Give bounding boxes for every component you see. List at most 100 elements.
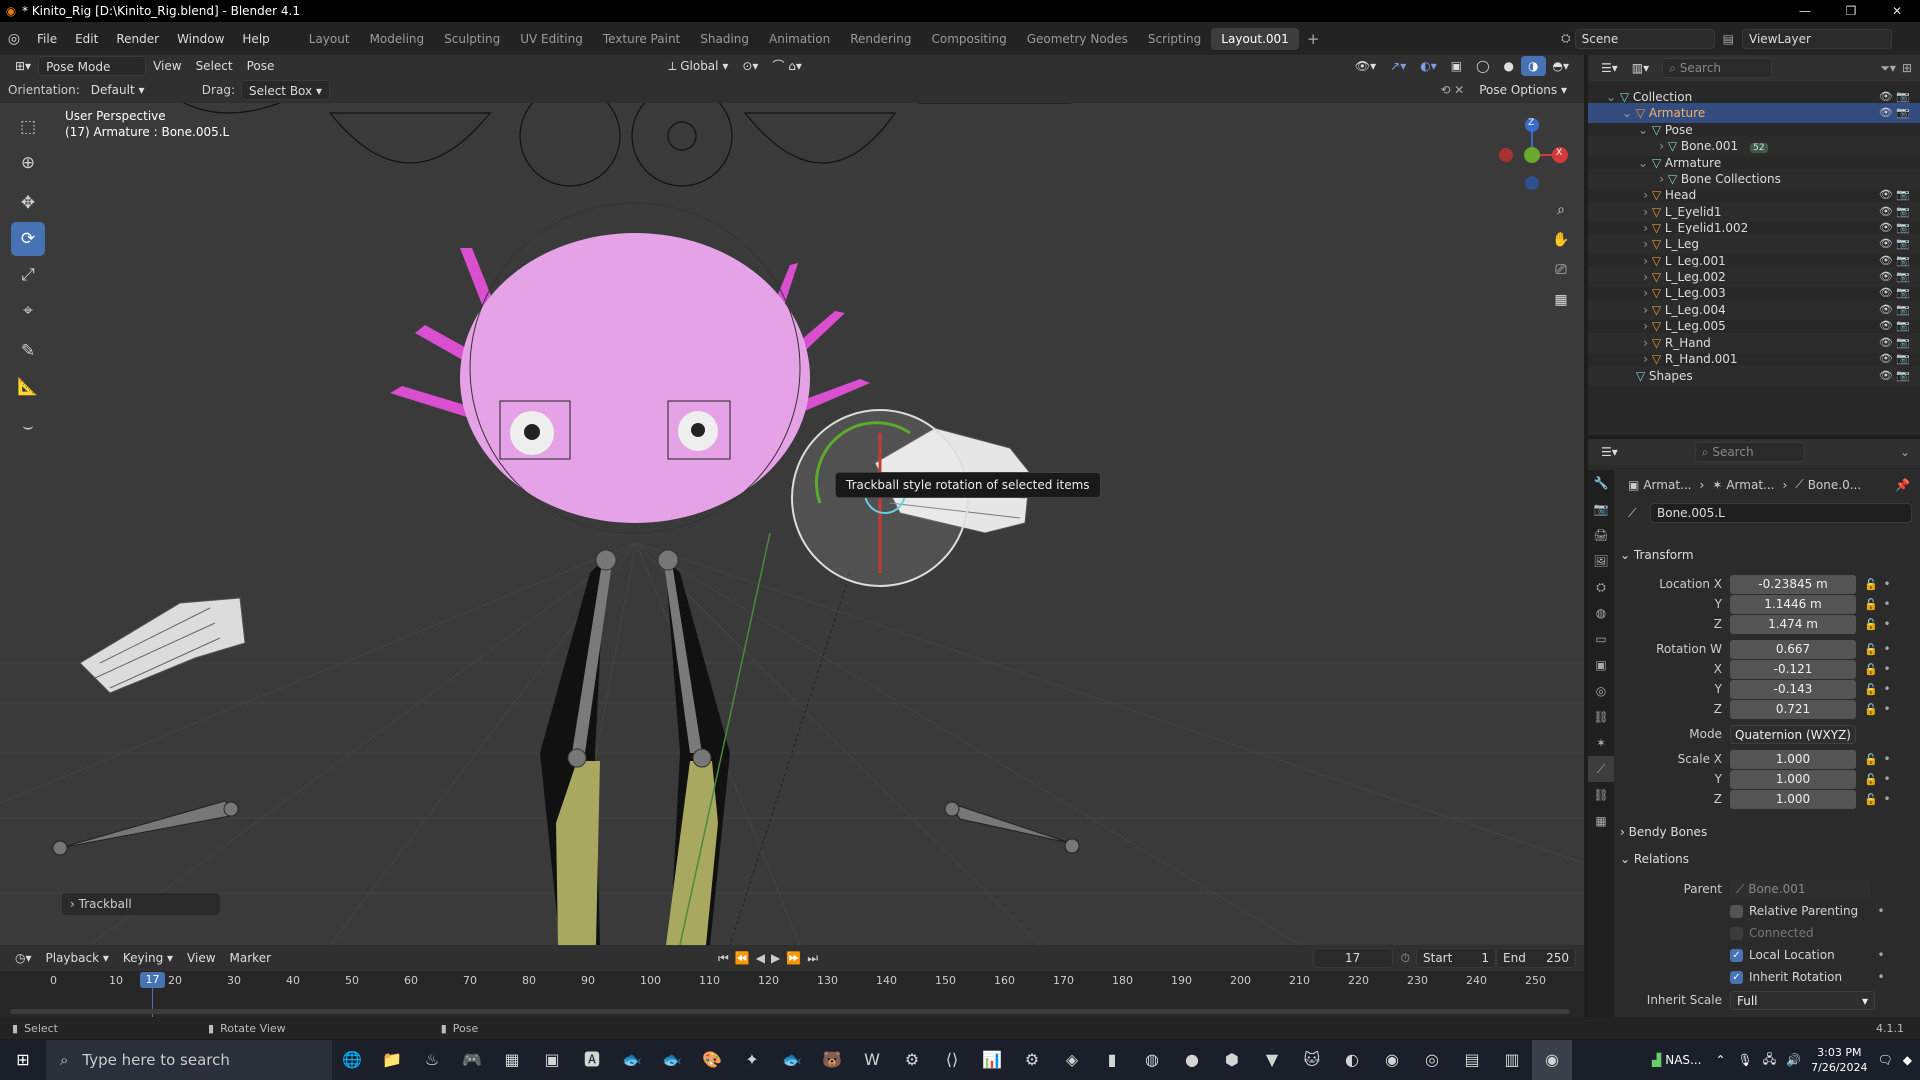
- orientation-selector[interactable]: Default ▾: [84, 80, 188, 100]
- new-collection-icon[interactable]: ⊞: [1902, 61, 1912, 75]
- tray-chevron-icon[interactable]: ⌃: [1715, 1053, 1725, 1067]
- tab-uv-editing[interactable]: UV Editing: [510, 28, 593, 50]
- app-icon[interactable]: 📊: [972, 1040, 1012, 1080]
- lock-icon[interactable]: 🔓: [1862, 663, 1880, 676]
- view-layer-selector[interactable]: ViewLayer: [1742, 28, 1892, 49]
- keyframe-dot-icon[interactable]: •: [1880, 577, 1894, 591]
- menu-window[interactable]: Window: [168, 32, 233, 46]
- scale-tool[interactable]: ⤢: [11, 258, 45, 292]
- location-z-field[interactable]: 1.474 m: [1730, 614, 1856, 634]
- keyframe-dot-icon[interactable]: •: [1880, 682, 1894, 696]
- app-icon[interactable]: ✦: [732, 1040, 772, 1080]
- pose-options-button[interactable]: Pose Options ▾: [1472, 80, 1574, 100]
- davinci-icon[interactable]: ◈: [1052, 1040, 1092, 1080]
- app-icon[interactable]: ▥: [1492, 1040, 1532, 1080]
- lock-icon[interactable]: 🔓: [1862, 703, 1880, 716]
- firefox-icon[interactable]: ◉: [1372, 1040, 1412, 1080]
- tab-compositing[interactable]: Compositing: [921, 28, 1016, 50]
- grid-perspective-icon[interactable]: ▦: [1548, 285, 1574, 315]
- solid-shading-icon[interactable]: ●: [1497, 56, 1521, 76]
- 3d-viewport[interactable]: User Perspective (17) Armature : Bone.00…: [0, 103, 1584, 945]
- keyframe-dot-icon[interactable]: •: [1880, 772, 1894, 786]
- cursor-tool[interactable]: ⊕: [11, 146, 45, 180]
- play-reverse-icon[interactable]: ◀: [756, 951, 771, 965]
- world-tab-icon[interactable]: ◍: [1588, 600, 1614, 626]
- bendy-bones-panel-header[interactable]: › Bendy Bones: [1620, 820, 1916, 844]
- location-y-field[interactable]: 1.1446 m: [1730, 594, 1856, 614]
- menu-edit[interactable]: Edit: [66, 32, 107, 46]
- chevron-down-icon[interactable]: ⌄: [1900, 445, 1910, 459]
- local-location-checkbox[interactable]: ✓ Local Location: [1730, 948, 1870, 962]
- tab-sculpting[interactable]: Sculpting: [434, 28, 510, 50]
- output-tab-icon[interactable]: 🖨: [1588, 522, 1614, 548]
- menu-render[interactable]: Render: [107, 32, 168, 46]
- relations-panel-header[interactable]: ⌄ Relations: [1620, 847, 1916, 871]
- inherit-rotation-checkbox[interactable]: ✓ Inherit Rotation: [1730, 970, 1870, 984]
- menu-playback[interactable]: Playback ▾: [39, 948, 116, 968]
- relative-parenting-checkbox[interactable]: Relative Parenting: [1730, 904, 1870, 918]
- visibility-toggle-icon[interactable]: 👁 📷: [1879, 366, 1910, 386]
- app-icon[interactable]: 🐟: [772, 1040, 812, 1080]
- rotation-w-field[interactable]: 0.667: [1730, 639, 1856, 659]
- app-icon[interactable]: ▣: [532, 1040, 572, 1080]
- app-icon[interactable]: 🐱: [1292, 1040, 1332, 1080]
- annotate-tool[interactable]: ✎: [11, 334, 45, 368]
- keyframe-dot-icon[interactable]: •: [1880, 662, 1894, 676]
- scene-selector[interactable]: Scene: [1574, 28, 1715, 49]
- close-icon[interactable]: ✕: [1874, 0, 1920, 22]
- blender-menu-icon[interactable]: ◎: [0, 31, 28, 47]
- gizmo-icon[interactable]: ↗▾: [1383, 56, 1413, 76]
- scale-x-field[interactable]: 1.000: [1730, 749, 1856, 769]
- render-tab-icon[interactable]: 📷: [1588, 496, 1614, 522]
- next-key-icon[interactable]: ⏩: [786, 951, 807, 965]
- inherit-scale-select[interactable]: Full ▾: [1730, 990, 1875, 1010]
- app-icon[interactable]: 🐟: [612, 1040, 652, 1080]
- keyframe-dot-icon[interactable]: •: [1880, 597, 1894, 611]
- app-icon[interactable]: 🐻: [812, 1040, 852, 1080]
- timeline-editor-icon[interactable]: ◷▾: [8, 948, 39, 968]
- object-tab-icon[interactable]: ▣: [1588, 652, 1614, 678]
- discord-icon[interactable]: 🎮: [452, 1040, 492, 1080]
- app-icon[interactable]: ▮: [1092, 1040, 1132, 1080]
- outliner-row[interactable]: ▽ Shapes 👁 📷: [1588, 366, 1920, 386]
- jump-start-icon[interactable]: ⏮: [718, 951, 735, 965]
- overlay-icon[interactable]: ◐▾: [1413, 56, 1444, 76]
- rotation-mode-select[interactable]: Quaternion (WXYZ) ▾: [1730, 724, 1856, 761]
- rotate-tool[interactable]: ⟳: [11, 222, 45, 256]
- constraints-tab-icon[interactable]: ⛓: [1588, 704, 1614, 730]
- keyframe-dot-icon[interactable]: •: [1880, 617, 1894, 631]
- collection-tab-icon[interactable]: ▭: [1588, 626, 1614, 652]
- snap-icon[interactable]: ⌒ ⌂▾: [765, 56, 808, 76]
- animate-icon[interactable]: 🅰: [572, 1040, 612, 1080]
- connected-checkbox[interactable]: Connected: [1730, 926, 1870, 940]
- volume-icon[interactable]: 🔊: [1786, 1053, 1801, 1067]
- pivot-point-icon[interactable]: ⊙▾: [735, 56, 765, 76]
- tab-layout-001[interactable]: Layout.001: [1211, 27, 1299, 50]
- relax-pose-tool[interactable]: ⌣: [11, 410, 45, 444]
- end-frame-field[interactable]: End 250: [1496, 948, 1576, 968]
- physics-tab-icon[interactable]: ◎: [1588, 678, 1614, 704]
- notepad-icon[interactable]: ▤: [1452, 1040, 1492, 1080]
- timeline-body[interactable]: 0 10 20 30 40 50 60 70 80 90 100 110 120 130 140 150 160…: [0, 971, 1584, 1017]
- menu-pose[interactable]: Pose: [240, 56, 282, 76]
- location-x-field[interactable]: -0.23845 m: [1730, 574, 1856, 594]
- keyframe-dot-icon[interactable]: •: [1880, 752, 1894, 766]
- rotation-y-field[interactable]: -0.143: [1730, 679, 1856, 699]
- menu-keying[interactable]: Keying ▾: [116, 948, 180, 968]
- transform-tool[interactable]: ⌖: [11, 294, 45, 328]
- rotate-tool-icon[interactable]: ⟲ ✕: [1440, 83, 1464, 97]
- prev-key-icon[interactable]: ⏪: [735, 951, 756, 965]
- menu-select[interactable]: Select: [189, 56, 240, 76]
- scene-tab-icon[interactable]: ⛭: [1588, 574, 1614, 600]
- display-mode-icon[interactable]: ▥▾: [1625, 58, 1656, 78]
- playhead[interactable]: 17: [140, 972, 165, 988]
- rotation-z-field[interactable]: 0.721: [1730, 699, 1856, 719]
- tab-shading[interactable]: Shading: [690, 28, 759, 50]
- menu-file[interactable]: File: [28, 32, 66, 46]
- tab-layout[interactable]: Layout: [299, 28, 360, 50]
- zoom-icon[interactable]: ⌕: [1548, 195, 1574, 225]
- lock-icon[interactable]: 🔓: [1862, 618, 1880, 631]
- material-shading-icon[interactable]: ◑: [1521, 56, 1546, 76]
- scene-icon[interactable]: ⛭: [1561, 31, 1575, 46]
- keyframe-dot-icon[interactable]: •: [1880, 642, 1894, 656]
